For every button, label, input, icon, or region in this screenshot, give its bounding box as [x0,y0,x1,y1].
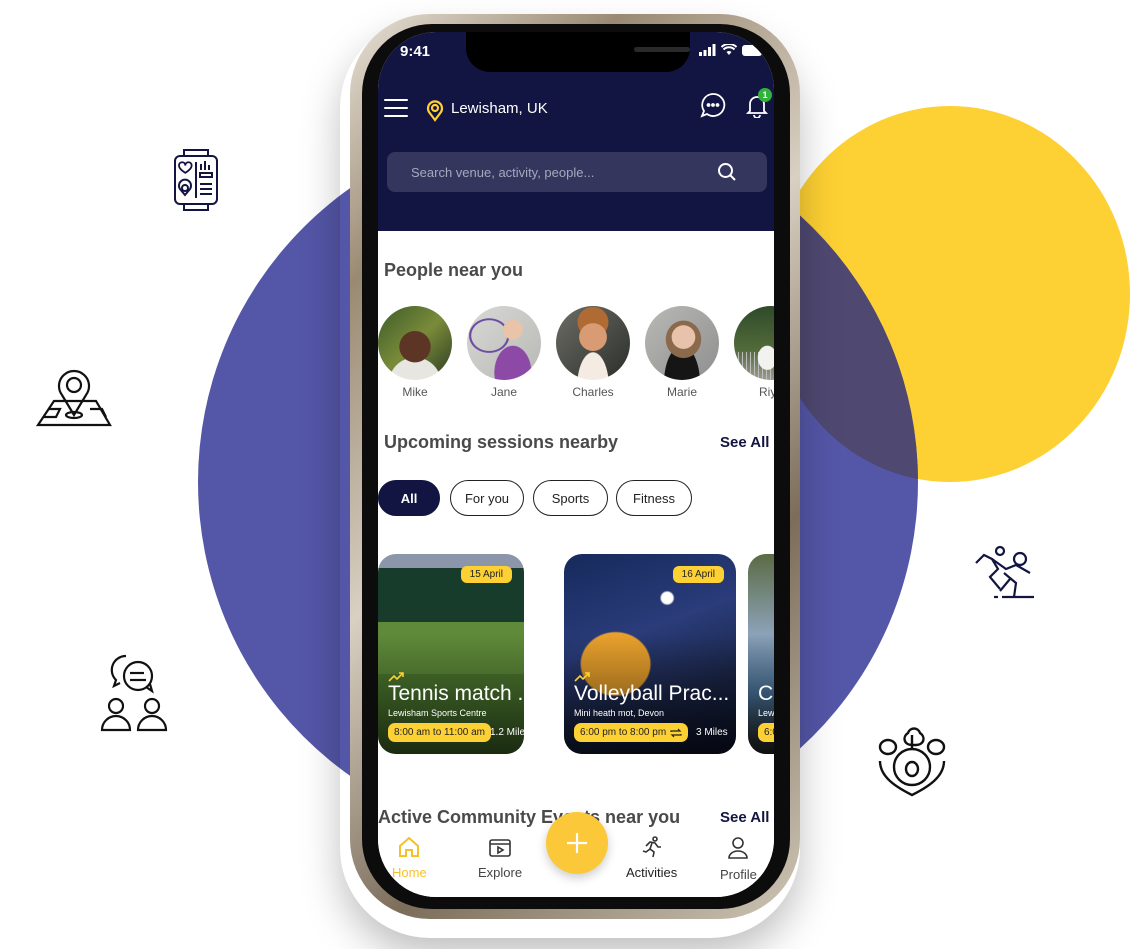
community-section-title: Active Community Events near you [378,807,681,827]
speaker-grille [634,47,690,52]
location-pin-icon [426,100,444,122]
time-range: 6:00 pm to 8:00 pm [580,727,667,738]
avatar [556,306,630,380]
distance-label: 3 Miles [696,727,728,738]
clapperboard-icon [489,839,511,857]
date-badge: 15 April [460,566,512,583]
session-card-cycling[interactable]: C Lew 6:0 [748,554,774,754]
profile-icon [728,837,749,859]
nav-profile[interactable]: Profile [720,836,757,882]
chat-icon[interactable] [700,92,726,118]
card-title: Volleyball Prac... [574,682,730,705]
card-venue: Mini heath mot, Devon [574,708,665,718]
nav-explore[interactable]: Explore [478,836,522,880]
smartwatch-icon [172,148,220,212]
signal-icon [699,44,716,56]
person-riya[interactable]: Riya [733,306,774,399]
search-bar[interactable] [387,152,767,192]
card-venue: Lew [758,708,774,718]
sessions-section-title: Upcoming sessions nearby [384,432,619,452]
card-title: C [758,682,774,705]
session-card-volleyball[interactable]: 16 April Volleyball Prac... Mini heath m… [564,554,736,754]
avatar [467,306,541,380]
plus-icon [567,833,587,853]
date-badge: 16 April [672,566,724,583]
repeat-icon [670,728,682,737]
person-jane[interactable]: Jane [466,306,542,399]
avatar [734,306,774,380]
notification-badge: 1 [758,88,772,102]
person-name: Jane [490,385,518,399]
filter-chip-all[interactable]: All [378,480,440,516]
nav-label: Profile [720,867,757,882]
person-name: Marie [666,385,697,399]
person-mike[interactable]: Mike [378,306,453,399]
status-time: 9:41 [400,43,431,60]
person-marie[interactable]: Marie [644,306,720,399]
trending-icon [388,672,404,682]
status-icons [699,44,764,56]
phone-screen: 9:41 Lewisham, UK 1 People near you Mike… [378,32,774,897]
menu-button[interactable] [384,99,408,117]
session-card-tennis[interactable]: 15 April Tennis match ... Lewisham Sport… [378,554,524,754]
distance-label: 1.2 Miles [490,727,524,738]
trending-icon [574,672,590,682]
filter-chip-for-you[interactable]: For you [450,480,524,516]
card-title: Tennis match ... [388,682,524,705]
card-venue: Lewisham Sports Centre [388,708,487,718]
community-chat-icon [98,652,170,732]
running-icon [642,836,661,858]
time-range: 6:0 [764,727,774,738]
home-icon [399,836,420,857]
time-pill: 8:00 am to 11:00 am [388,723,491,742]
battery-icon [742,44,762,56]
location-label[interactable]: Lewisham, UK [451,100,548,117]
map-pin-icon [34,365,114,429]
runners-icon [972,545,1036,601]
nav-activities[interactable]: Activities [626,836,677,880]
people-list: Mike Jane Charles Marie Riya [378,306,774,406]
filter-chip-fitness[interactable]: Fitness [616,480,692,516]
time-pill: 6:00 pm to 8:00 pm [574,723,689,742]
phone-notch [466,32,690,72]
add-fab-button[interactable] [546,812,608,874]
person-name: Riya [758,385,774,399]
search-icon[interactable] [717,162,737,182]
time-range: 8:00 am to 11:00 am [394,727,485,738]
time-pill: 6:0 [758,723,774,742]
search-input[interactable] [411,152,711,192]
avatar [645,306,719,380]
nav-label: Activities [626,865,678,880]
person-charles[interactable]: Charles [555,306,631,399]
nav-label: Home [392,865,427,880]
wifi-icon [721,44,737,55]
sessions-see-all-link[interactable]: See All [720,434,769,451]
person-name: Mike [402,385,428,399]
filter-chip-sports[interactable]: Sports [533,480,608,516]
nav-home[interactable]: Home [392,836,427,880]
environment-care-icon [876,725,948,797]
people-section-title: People near you [384,260,524,280]
nav-label: Explore [478,865,523,880]
avatar [378,306,452,380]
person-name: Charles [572,385,614,399]
community-see-all-link[interactable]: See All [720,809,769,826]
